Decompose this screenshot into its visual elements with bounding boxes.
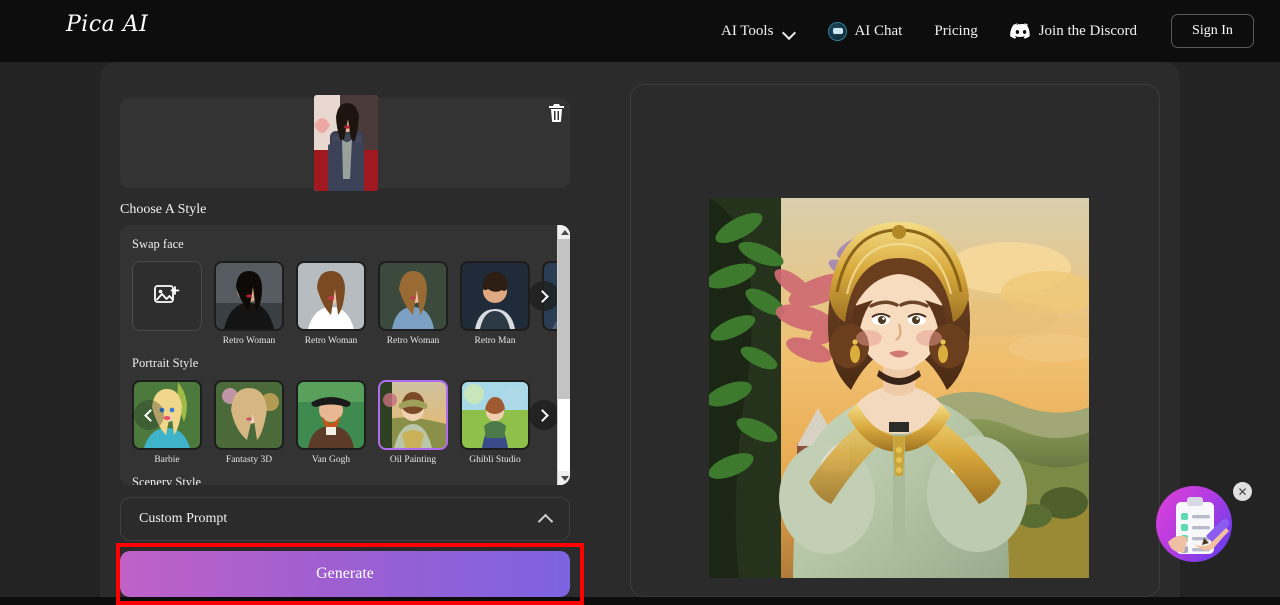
add-image-icon [154, 284, 180, 308]
nav-item-join-discord[interactable]: Join the Discord [994, 0, 1153, 62]
style-row: Barbie [132, 380, 557, 465]
style-card-thumbnail [214, 380, 284, 450]
result-preview-panel [630, 84, 1160, 597]
style-group-title: Portrait Style [132, 356, 557, 371]
style-card-label: Van Gogh [296, 455, 366, 465]
survey-widget-button[interactable] [1156, 486, 1232, 562]
scroll-up-button[interactable] [558, 225, 570, 239]
nav-item-label: AI Chat [854, 23, 902, 40]
portrait-style-prev-button[interactable] [134, 400, 164, 430]
style-card-label: Fantasty 3D [214, 455, 284, 465]
style-group-title: Scenery Style [132, 475, 557, 485]
triangle-down-icon [561, 476, 569, 481]
style-card-label: Co [542, 336, 557, 346]
nav-item-label: Join the Discord [1039, 23, 1137, 40]
main-nav: AI Tools AI Chat Pricing Join the Discor… [705, 0, 1254, 62]
style-card[interactable]: Retro Woman [296, 261, 366, 346]
chevron-up-icon [538, 514, 554, 530]
sign-in-button[interactable]: Sign In [1171, 14, 1254, 48]
image-upload-area[interactable] [120, 98, 570, 188]
style-card[interactable]: Barbie [132, 380, 202, 465]
style-card[interactable]: Retro Woman [214, 261, 284, 346]
delete-image-button[interactable] [547, 103, 566, 122]
workspace-panel: Choose A Style Swap face [100, 62, 1180, 597]
nav-item-ai-chat[interactable]: AI Chat [812, 0, 918, 62]
generated-image[interactable] [709, 198, 1089, 578]
style-card[interactable]: Retro Woman [378, 261, 448, 346]
style-card-thumbnail [460, 261, 530, 331]
style-card[interactable]: Fantasty 3D [214, 380, 284, 465]
style-card-thumbnail [214, 261, 284, 331]
style-picker-panel: Swap face [120, 225, 570, 485]
survey-clipboard-icon [1156, 486, 1232, 562]
style-card-thumbnail [378, 380, 448, 450]
choose-style-label: Choose A Style [120, 202, 570, 218]
custom-prompt-accordion[interactable]: Custom Prompt [120, 497, 570, 541]
style-card[interactable]: Ghibli Studio [460, 380, 530, 465]
style-card[interactable]: Van Gogh [296, 380, 366, 465]
chevron-down-icon [783, 28, 796, 36]
swap-face-next-button[interactable] [529, 281, 557, 311]
style-card[interactable]: Retro Man [460, 261, 530, 346]
style-card-label: Retro Woman [296, 336, 366, 346]
uploaded-image-thumbnail[interactable] [314, 95, 378, 191]
style-card-label: Barbie [132, 455, 202, 465]
chevron-right-icon [536, 409, 549, 422]
style-card-label: Oil Painting [378, 455, 448, 465]
scrollbar-thumb[interactable] [558, 239, 570, 399]
nav-item-pricing[interactable]: Pricing [918, 0, 993, 62]
scroll-down-button[interactable] [558, 471, 570, 485]
style-group-scenery-style: Scenery Style [132, 475, 557, 485]
nav-item-ai-tools[interactable]: AI Tools [705, 0, 812, 62]
style-card-thumbnail [296, 261, 366, 331]
style-group-swap-face: Swap face [132, 237, 557, 346]
style-card-upload[interactable] [132, 261, 202, 346]
style-card-thumbnail [460, 380, 530, 450]
style-card-thumbnail [378, 261, 448, 331]
add-image-card[interactable] [132, 261, 202, 331]
discord-icon [1010, 23, 1032, 40]
style-card-label: Retro Man [460, 336, 530, 346]
style-card-thumbnail [296, 380, 366, 450]
generate-button-wrapper: Generate [120, 551, 570, 597]
nav-item-label: AI Tools [721, 23, 773, 40]
trash-icon [548, 104, 565, 122]
style-card-label: Retro Woman [378, 336, 448, 346]
ai-chat-icon [828, 22, 847, 41]
style-row: Retro Woman [132, 261, 557, 346]
close-survey-widget-button[interactable]: ✕ [1233, 482, 1252, 501]
generate-button[interactable]: Generate [120, 551, 570, 597]
top-header: Pica AI AI Tools AI Chat Pricing Join th… [0, 0, 1280, 62]
chevron-right-icon [536, 290, 549, 303]
triangle-up-icon [561, 230, 569, 235]
style-card-selected[interactable]: Oil Painting [378, 380, 448, 465]
nav-item-label: Pricing [934, 23, 977, 40]
style-panel-scrollbar[interactable] [557, 225, 570, 485]
style-group-title: Swap face [132, 237, 557, 252]
style-group-portrait-style: Portrait Style [132, 356, 557, 465]
main-stage: Choose A Style Swap face [0, 62, 1280, 597]
chevron-left-icon [144, 409, 157, 422]
style-card-label: Ghibli Studio [460, 455, 530, 465]
portrait-style-next-button[interactable] [529, 400, 557, 430]
style-scroll-viewport: Swap face [120, 225, 557, 485]
style-card-label: Retro Woman [214, 336, 284, 346]
brand-logo[interactable]: Pica AI [66, 12, 148, 37]
left-controls-column: Choose A Style Swap face [120, 98, 570, 597]
custom-prompt-label: Custom Prompt [139, 511, 227, 527]
